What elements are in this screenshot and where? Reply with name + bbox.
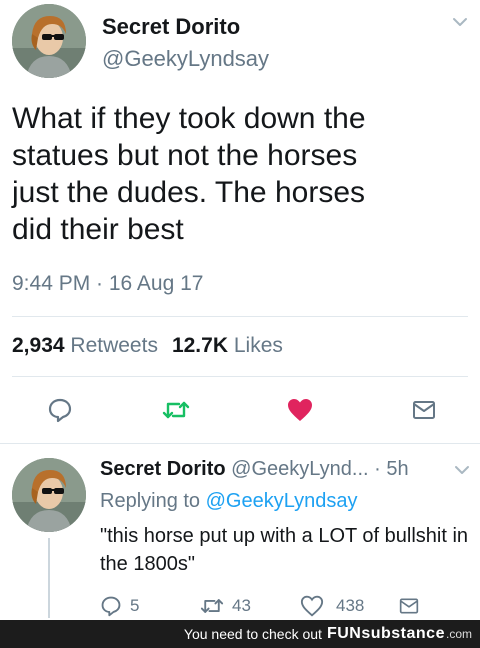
tweet-timestamp[interactable]: 9:44 PM · 16 Aug 17 xyxy=(12,272,203,296)
reply-handle[interactable]: @GeekyLynd... xyxy=(231,458,368,480)
share-button[interactable] xyxy=(408,394,440,426)
avatar[interactable] xyxy=(12,4,86,78)
chevron-down-icon[interactable] xyxy=(450,12,470,32)
replying-prefix: Replying to xyxy=(100,490,201,512)
reply-like-count: 438 xyxy=(336,596,365,615)
avatar-image xyxy=(12,458,86,532)
reply-display-name[interactable]: Secret Dorito xyxy=(100,458,226,480)
tweet-text: What if they took down the statues but n… xyxy=(12,102,366,246)
reply-avatar[interactable] xyxy=(12,458,86,532)
heart-outline-icon xyxy=(300,595,324,617)
reply-icon xyxy=(48,398,72,423)
likes-stat[interactable]: 12.7K Likes xyxy=(172,334,283,358)
retweet-icon xyxy=(162,401,190,419)
reply-count: 5 xyxy=(130,596,140,615)
replying-handle-link[interactable]: @GeekyLyndsay xyxy=(206,490,358,512)
retweet-button[interactable] xyxy=(160,394,192,426)
reply-header: Secret Dorito @GeekyLynd... · 5h xyxy=(100,458,409,481)
user-handle[interactable]: @GeekyLyndsay xyxy=(102,46,269,72)
watermark-footer: You need to check out FUNsubstance .com xyxy=(0,620,480,648)
avatar-image xyxy=(12,4,86,78)
share-mail-icon xyxy=(413,401,435,419)
footer-brand: FUNsubstance xyxy=(326,625,445,642)
reply-button[interactable] xyxy=(44,394,76,426)
replying-to: Replying to @GeekyLyndsay xyxy=(100,490,357,513)
retweets-label: Retweets xyxy=(70,334,158,357)
divider xyxy=(0,443,480,444)
reply-time[interactable]: · 5h xyxy=(374,458,408,480)
reply-share-button[interactable] xyxy=(398,594,420,618)
reply-icon xyxy=(101,596,121,617)
display-name[interactable]: Secret Dorito xyxy=(102,14,240,40)
footer-domain: .com xyxy=(445,627,472,641)
reply-like-button[interactable]: 438 xyxy=(300,594,364,618)
thread-line xyxy=(48,538,50,618)
footer-prefix: You need to check out xyxy=(183,626,322,642)
share-mail-icon xyxy=(399,598,419,614)
likes-label: Likes xyxy=(233,334,283,357)
divider xyxy=(12,316,468,317)
engagement-stats: 2,934 Retweets 12.7K Likes xyxy=(12,334,283,358)
likes-count: 12.7K xyxy=(171,334,228,357)
retweets-stat[interactable]: 2,934 Retweets xyxy=(12,334,158,358)
reply-retweet-button[interactable]: 43 xyxy=(200,594,251,618)
divider xyxy=(12,376,468,377)
reply-retweet-count: 43 xyxy=(232,596,251,615)
chevron-down-icon[interactable] xyxy=(452,460,472,480)
reply-reply-button[interactable]: 5 xyxy=(100,594,139,618)
main-tweet: Secret Dorito @GeekyLyndsay What if they… xyxy=(0,0,480,443)
retweets-count: 2,934 xyxy=(12,334,65,357)
reply-text: "this horse put up with a LOT of bullshi… xyxy=(100,525,469,575)
heart-icon xyxy=(288,399,312,421)
retweet-icon xyxy=(200,599,224,613)
like-button[interactable] xyxy=(284,394,316,426)
